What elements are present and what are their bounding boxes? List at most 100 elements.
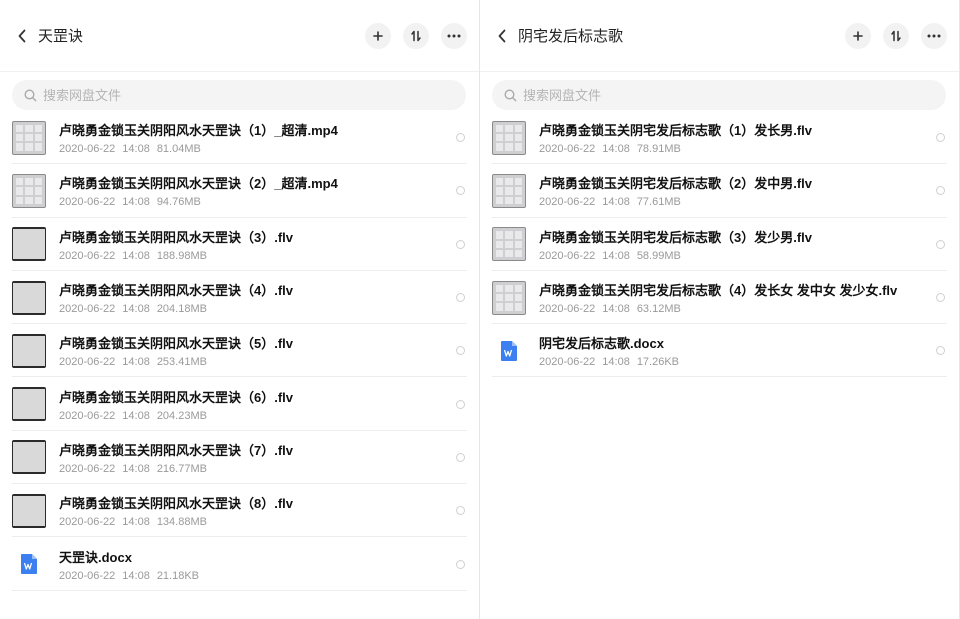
file-row[interactable]: 卢晓勇金锁玉关阴阳风水天罡诀（1）_超清.mp4 2020-06-22 14:08 8… [0, 111, 479, 165]
file-time: 14:08 [122, 249, 150, 262]
file-name: 卢晓勇金锁玉关阴阳风水天罡诀（6）.flv [59, 389, 294, 405]
file-info: 卢晓勇金锁玉关阴阳风水天罡诀（8）.flv 2020-06-22 14:08 134.… [59, 493, 456, 528]
file-size: 204.18MB [156, 303, 207, 316]
select-radio[interactable] [456, 239, 465, 249]
select-radio[interactable] [456, 506, 465, 516]
file-info: 卢晓勇金锁玉关阴宅发后标志歌（2）发中男.flv 2020-06-22 14:08 7… [539, 173, 936, 208]
file-date: 2020-06-22 [539, 196, 596, 209]
sort-button[interactable] [883, 22, 909, 49]
file-date: 2020-06-22 [59, 462, 116, 475]
file-row[interactable]: 阴宅发后标志歌.docx 2020-06-22 14:08 17.26KB [480, 324, 959, 378]
file-info: 卢晓勇金锁玉关阴阳风水天罡诀（6）.flv 2020-06-22 14:08 204.… [59, 387, 456, 422]
video-thumbnail [12, 333, 46, 368]
file-meta: 2020-06-22 14:08 253.41MB [59, 356, 456, 368]
file-row[interactable]: 卢晓勇金锁玉关阴宅发后标志歌（1）发长男.flv 2020-06-22 14:08 7… [480, 111, 959, 165]
select-radio[interactable] [456, 133, 465, 143]
select-radio[interactable] [456, 293, 465, 303]
search-input[interactable] [43, 87, 343, 103]
file-row[interactable]: 卢晓勇金锁玉关阴阳风水天罡诀（3）.flv 2020-06-22 14:08 188.… [0, 218, 479, 272]
select-radio[interactable] [456, 186, 465, 196]
file-time: 14:08 [122, 569, 150, 582]
add-button[interactable] [845, 22, 871, 49]
file-date: 2020-06-22 [59, 569, 116, 582]
file-name: 天罡诀.docx [59, 549, 132, 565]
file-row[interactable]: 卢晓勇金锁玉关阴阳风水天罡诀（6）.flv 2020-06-22 14:08 204.… [0, 377, 479, 432]
file-info: 卢晓勇金锁玉关阴宅发后标志歌（1）发长男.flv 2020-06-22 14:08 7… [539, 120, 936, 155]
video-thumbnail [492, 280, 526, 315]
file-row[interactable]: 卢晓勇金锁玉关阴阳风水天罡诀（7）.flv 2020-06-22 14:08 216.… [0, 431, 479, 485]
file-time: 14:08 [122, 516, 150, 529]
file-date: 2020-06-22 [539, 303, 596, 316]
file-date: 2020-06-22 [59, 409, 116, 422]
search-input[interactable] [523, 87, 823, 103]
file-name: 卢晓勇金锁玉关阴阳风水天罡诀（7）.flv [59, 442, 294, 458]
file-date: 2020-06-22 [59, 303, 116, 316]
select-radio[interactable] [936, 239, 945, 249]
file-time: 14:08 [602, 196, 630, 209]
select-radio[interactable] [936, 346, 945, 356]
file-name: 卢晓勇金锁玉关阴宅发后标志歌（4）发长女 发中女 发少女.flv [539, 283, 898, 299]
file-date: 2020-06-22 [59, 143, 116, 156]
select-radio[interactable] [456, 452, 465, 462]
file-meta: 2020-06-22 14:08 21.18KB [59, 570, 456, 582]
add-button[interactable] [365, 22, 391, 49]
file-time: 14:08 [602, 143, 630, 156]
file-meta: 2020-06-22 14:08 17.26KB [539, 356, 936, 368]
file-meta: 2020-06-22 14:08 134.88MB [59, 516, 456, 528]
file-info: 卢晓勇金锁玉关阴宅发后标志歌（3）发少男.flv 2020-06-22 14:08 5… [539, 227, 936, 262]
file-row[interactable]: 天罡诀.docx 2020-06-22 14:08 21.18KB [0, 537, 479, 591]
file-name: 卢晓勇金锁玉关阴阳风水天罡诀（1）_超清.mp4 [59, 123, 338, 139]
select-radio[interactable] [456, 346, 465, 356]
file-info: 卢晓勇金锁玉关阴阳风水天罡诀（4）.flv 2020-06-22 14:08 204.… [59, 280, 456, 315]
file-row[interactable]: 卢晓勇金锁玉关阴阳风水天罡诀（8）.flv 2020-06-22 14:08 134.… [0, 484, 479, 538]
file-meta: 2020-06-22 14:08 204.23MB [59, 410, 456, 422]
file-meta: 2020-06-22 14:08 77.61MB [539, 196, 936, 208]
left-header: 天罡诀 [0, 0, 479, 72]
right-panel: 阴宅发后标志歌 卢晓勇金锁玉关阴宅发后标志歌（1）发长男.flv 2020-06-… [480, 0, 960, 619]
file-info: 卢晓勇金锁玉关阴宅发后标志歌（4）发长女 发中女 发少女.flv 2020-06-… [539, 280, 936, 315]
file-meta: 2020-06-22 14:08 78.91MB [539, 143, 936, 155]
more-button[interactable] [441, 22, 467, 49]
file-row[interactable]: 卢晓勇金锁玉关阴阳风水天罡诀（2）_超清.mp4 2020-06-22 14:08 9… [0, 164, 479, 218]
sort-icon [411, 30, 421, 41]
back-icon[interactable] [492, 26, 512, 46]
page-title: 天罡诀 [38, 28, 84, 45]
file-meta: 2020-06-22 14:08 94.76MB [59, 196, 456, 208]
search-icon [504, 88, 517, 101]
video-thumbnail [12, 227, 46, 262]
select-radio[interactable] [456, 399, 465, 409]
file-info: 卢晓勇金锁玉关阴阳风水天罡诀（7）.flv 2020-06-22 14:08 216.… [59, 440, 456, 475]
file-size: 216.77MB [156, 462, 207, 475]
select-radio[interactable] [936, 133, 945, 143]
file-row[interactable]: 卢晓勇金锁玉关阴阳风水天罡诀（5）.flv 2020-06-22 14:08 253.… [0, 324, 479, 378]
file-name: 卢晓勇金锁玉关阴阳风水天罡诀（8）.flv [59, 496, 294, 512]
back-icon[interactable] [12, 26, 32, 46]
file-name: 卢晓勇金锁玉关阴宅发后标志歌（1）发长男.flv [539, 123, 813, 139]
right-header: 阴宅发后标志歌 [480, 0, 959, 72]
file-time: 14:08 [122, 409, 150, 422]
search-bar[interactable] [492, 80, 946, 110]
file-row[interactable]: 卢晓勇金锁玉关阴宅发后标志歌（4）发长女 发中女 发少女.flv 2020-06-… [480, 271, 959, 325]
file-size: 21.18KB [156, 569, 200, 582]
more-button[interactable] [921, 22, 947, 49]
word-doc-icon [492, 334, 526, 368]
file-date: 2020-06-22 [59, 249, 116, 262]
file-date: 2020-06-22 [539, 356, 596, 369]
sort-button[interactable] [403, 22, 429, 49]
file-list: 卢晓勇金锁玉关阴阳风水天罡诀（1）_超清.mp4 2020-06-22 14:08 8… [0, 111, 479, 591]
search-bar[interactable] [12, 80, 466, 110]
select-radio[interactable] [936, 293, 945, 303]
file-row[interactable]: 卢晓勇金锁玉关阴阳风水天罡诀（4）.flv 2020-06-22 14:08 204.… [0, 271, 479, 325]
file-meta: 2020-06-22 14:08 63.12MB [539, 303, 936, 315]
video-thumbnail [12, 493, 46, 528]
select-radio[interactable] [936, 186, 945, 196]
file-size: 17.26KB [636, 356, 680, 369]
select-radio[interactable] [456, 559, 465, 569]
file-row[interactable]: 卢晓勇金锁玉关阴宅发后标志歌（2）发中男.flv 2020-06-22 14:08 7… [480, 164, 959, 218]
file-date: 2020-06-22 [539, 143, 596, 156]
file-row[interactable]: 卢晓勇金锁玉关阴宅发后标志歌（3）发少男.flv 2020-06-22 14:08 5… [480, 218, 959, 272]
file-size: 81.04MB [156, 143, 201, 156]
video-thumbnail [492, 173, 526, 208]
file-info: 卢晓勇金锁玉关阴阳风水天罡诀（1）_超清.mp4 2020-06-22 14:08 8… [59, 120, 456, 155]
file-name: 卢晓勇金锁玉关阴阳风水天罡诀（2）_超清.mp4 [59, 176, 338, 192]
